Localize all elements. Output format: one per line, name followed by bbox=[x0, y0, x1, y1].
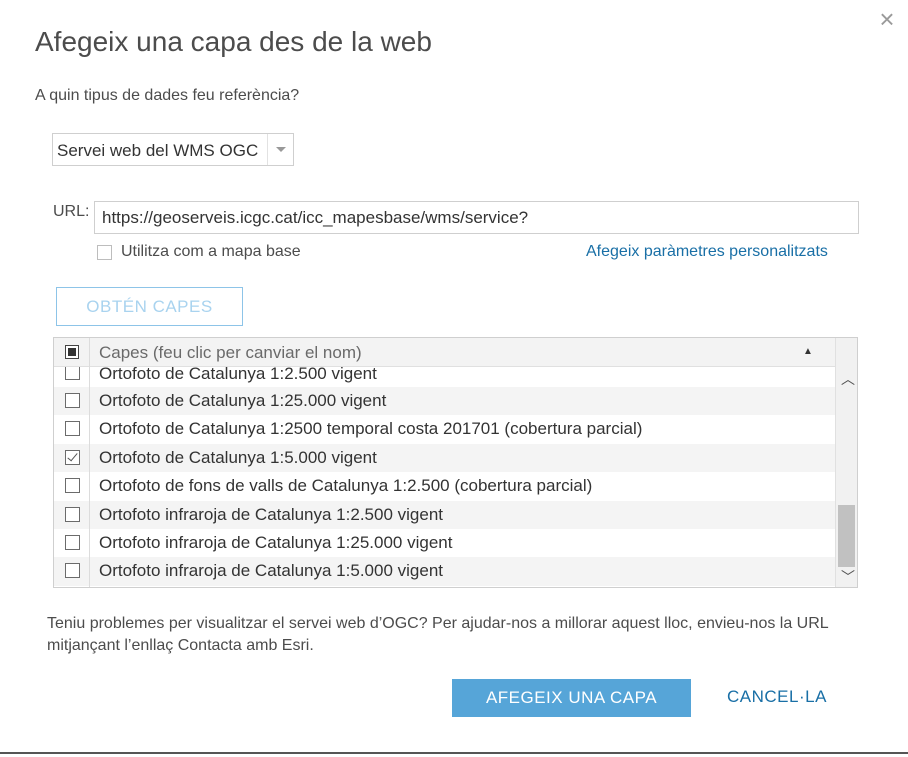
layer-checkbox[interactable] bbox=[65, 563, 80, 579]
dialog-title: Afegeix una capa des de la web bbox=[35, 26, 432, 57]
dialog-bottom-border bbox=[0, 752, 908, 754]
layer-name[interactable]: Ortofoto de fons de valls de Catalunya 1… bbox=[99, 476, 592, 496]
table-row[interactable]: Ortofoto de fons de valls de Catalunya 1… bbox=[54, 472, 835, 500]
close-icon[interactable]: × bbox=[876, 6, 898, 32]
url-input[interactable] bbox=[94, 201, 859, 234]
layer-checkbox[interactable] bbox=[65, 367, 80, 380]
add-layer-from-web-dialog: × Afegeix una capa des de la web A quin … bbox=[0, 0, 908, 757]
ogc-help-text: Teniu problemes per visualitzar el serve… bbox=[47, 615, 829, 654]
layer-name[interactable]: Ortofoto infraroja de Catalunya 1:25.000… bbox=[99, 533, 452, 553]
layer-checkbox[interactable] bbox=[65, 478, 80, 494]
layer-checkbox[interactable] bbox=[65, 449, 80, 465]
layers-table-header: Capes (feu clic per canviar el nom) ▲ bbox=[54, 338, 835, 367]
layer-name[interactable]: Ortofoto de Catalunya 1:25.000 vigent bbox=[99, 391, 386, 411]
data-type-question: A quin tipus de dades feu referència? bbox=[35, 87, 300, 104]
layers-scrollbar[interactable]: ︿ ﹀ bbox=[835, 338, 857, 587]
chevron-down-icon[interactable] bbox=[267, 134, 293, 165]
table-row[interactable]: Ortofoto de Catalunya 1:2.500 vigent bbox=[54, 367, 835, 387]
layer-checkbox[interactable] bbox=[65, 534, 80, 550]
table-row[interactable]: Ortofoto de Catalunya 1:5.000 vigent bbox=[54, 443, 835, 473]
layer-name[interactable]: Ortofoto de Catalunya 1:5.000 vigent bbox=[99, 448, 377, 468]
layers-column-header[interactable]: Capes (feu clic per canviar el nom) bbox=[99, 343, 362, 363]
table-row[interactable]: Ortofoto de Catalunya 1:25.000 vigent bbox=[54, 387, 835, 416]
custom-parameters-link[interactable]: Afegeix paràmetres personalitzats bbox=[586, 243, 828, 261]
layer-name[interactable]: Ortofoto infraroja de Catalunya 1:5.000 … bbox=[99, 561, 443, 581]
data-type-select-value: Servei web del WMS OGC bbox=[57, 141, 259, 160]
data-type-select[interactable]: Servei web del WMS OGC bbox=[52, 133, 294, 166]
table-row[interactable]: Ortofoto infraroja de Catalunya 1:25.000… bbox=[54, 529, 835, 557]
layer-checkbox[interactable] bbox=[65, 421, 80, 437]
layer-name[interactable]: Ortofoto de Catalunya 1:2500 temporal co… bbox=[99, 419, 642, 439]
layer-name[interactable]: Ortofoto infraroja de Catalunya 1:2.500 … bbox=[99, 505, 443, 525]
layers-table: Capes (feu clic per canviar el nom) ▲ Or… bbox=[53, 337, 858, 588]
column-divider bbox=[89, 338, 90, 587]
table-row[interactable]: Ortofoto de Catalunya 1:2500 temporal co… bbox=[54, 415, 835, 443]
select-all-checkbox[interactable] bbox=[65, 345, 79, 359]
add-layer-button[interactable]: AFEGEIX UNA CAPA bbox=[452, 679, 691, 717]
chevron-down-icon[interactable]: ﹀ bbox=[841, 567, 855, 587]
use-as-basemap-checkbox[interactable] bbox=[97, 245, 112, 260]
chevron-up-icon[interactable]: ︿ bbox=[841, 369, 855, 389]
layers-table-body: Ortofoto de Catalunya 1:2.500 vigent Orto… bbox=[54, 367, 835, 586]
scrollbar-thumb[interactable] bbox=[838, 505, 855, 567]
table-row[interactable]: Ortofoto infraroja de Catalunya 1:2.500 … bbox=[54, 500, 835, 529]
url-label: URL: bbox=[53, 203, 90, 220]
layer-checkbox[interactable] bbox=[65, 393, 80, 408]
table-row[interactable]: Ortofoto infraroja de Catalunya 1:5.000 … bbox=[54, 557, 835, 586]
cancel-button[interactable]: CANCEL·LA bbox=[727, 687, 827, 707]
use-as-basemap-label: Utilitza com a mapa base bbox=[121, 243, 301, 260]
layer-checkbox[interactable] bbox=[65, 506, 80, 522]
layer-name[interactable]: Ortofoto de Catalunya 1:2.500 vigent bbox=[99, 367, 377, 384]
sort-ascending-icon[interactable]: ▲ bbox=[803, 346, 813, 357]
get-layers-button[interactable]: OBTÉN CAPES bbox=[56, 287, 243, 326]
